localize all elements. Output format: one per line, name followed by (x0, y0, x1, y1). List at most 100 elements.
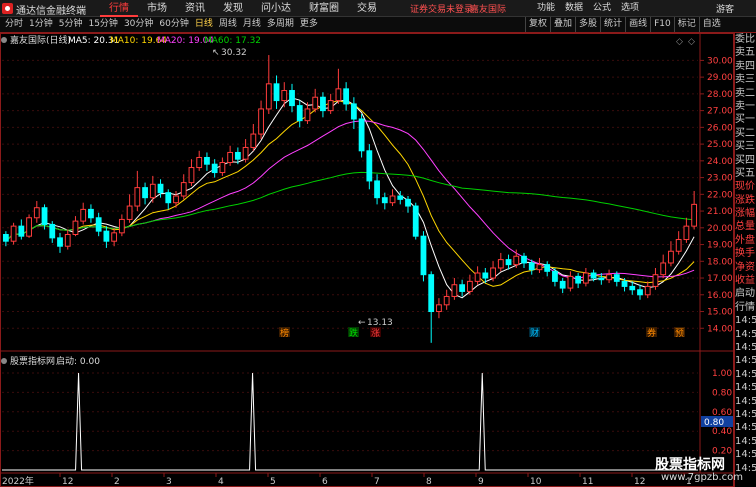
period-tab[interactable]: 多周期 (264, 17, 297, 32)
watermark: 股票指标网 www.7gpzb.com (655, 454, 743, 486)
period-tab[interactable]: 分时 (2, 17, 26, 32)
tool-watchlist[interactable]: 自选 (698, 17, 724, 32)
ma-lines (5, 97, 695, 299)
tool-f10[interactable]: F10 (650, 17, 674, 32)
event-marker[interactable]: 榜 (280, 327, 289, 339)
candle-body (173, 195, 179, 204)
price-tick-label: 29.00 (707, 73, 733, 83)
candle-body (18, 225, 25, 237)
period-tab[interactable]: 30分钟 (121, 17, 156, 32)
candle-body (683, 225, 690, 241)
guest-user[interactable]: 游客 (716, 2, 734, 15)
candle-body (443, 295, 450, 306)
candle-body (196, 156, 203, 169)
price-tick-label: 28.00 (707, 90, 733, 100)
period-tab[interactable]: 1分钟 (26, 17, 56, 32)
tool-stats[interactable]: 统计 (600, 17, 625, 32)
quote-field-label: 14:56 (735, 328, 756, 340)
candle-body (211, 163, 218, 174)
quote-field-label: 买二 (735, 127, 755, 139)
nav-ask[interactable]: 问小达 (252, 0, 300, 17)
menu-formula[interactable]: 公式 (588, 0, 616, 17)
period-tab[interactable]: 周线 (216, 17, 240, 32)
indicator-name: 股票指标网 (10, 355, 55, 367)
tool-multi[interactable]: 多股 (575, 17, 600, 32)
quote-field-label: 委比 (735, 34, 755, 45)
nav-markets[interactable]: 市场 (138, 0, 176, 17)
time-tick-label: 12 (634, 477, 645, 487)
candle-body (474, 272, 481, 282)
tool-draw[interactable]: 画线 (625, 17, 650, 32)
nav-market[interactable]: 行情 (100, 0, 138, 17)
quote-field-label: 收益 (735, 275, 755, 287)
price-tick-label: 21.00 (707, 207, 733, 217)
menu-function[interactable]: 功能 (532, 0, 560, 17)
candle-body (637, 289, 643, 296)
quote-field-label: 14:56 (735, 422, 756, 434)
time-tick-label: 7 (374, 477, 380, 487)
period-tab[interactable]: 60分钟 (156, 17, 191, 32)
tool-adjust[interactable]: 复权 (525, 17, 550, 32)
period-tab-daily[interactable]: 日线 (192, 17, 216, 32)
settings-icon[interactable] (1, 37, 7, 43)
candle-body (103, 230, 110, 242)
event-marker[interactable]: 跌 (349, 328, 358, 339)
time-axis: 12 2 3 4 5 6 7 8 9 10 11 12 1 (59, 473, 692, 487)
candle-body (281, 90, 288, 102)
price-tick-label: 24.00 (707, 157, 733, 167)
period-tab-more[interactable]: 更多 (297, 17, 321, 32)
nav-discover[interactable]: 发现 (214, 0, 252, 17)
collapse-icon[interactable]: ◇ (676, 37, 683, 47)
event-marker[interactable]: 券 (647, 327, 656, 339)
chart-area[interactable]: 嘉友国际(日线) MA5: 20.31 MA10: 19.64 MA20: 19… (0, 33, 734, 487)
candle-body (552, 270, 558, 282)
candle-body (273, 83, 280, 102)
candle-body (575, 275, 582, 284)
candle-body (33, 207, 40, 219)
candles (2, 55, 698, 343)
quote-field-label: 14:56 (735, 355, 756, 367)
event-markers: 榜 跌 涨 财 券 预 (279, 327, 685, 339)
quote-field-label: 14:56 (735, 435, 756, 447)
time-tick-label: 9 (478, 477, 484, 487)
time-tick-label: 11 (582, 477, 593, 487)
quote-field-label: 涨幅 (735, 208, 755, 220)
ma5-line (5, 97, 695, 299)
app-logo-icon (2, 3, 13, 14)
candle-body (451, 284, 458, 297)
candle-body (691, 203, 698, 227)
nav-news[interactable]: 资讯 (176, 0, 214, 17)
candle-body (80, 208, 87, 222)
quote-field-label: 卖一 (735, 100, 755, 112)
candle-body (590, 272, 597, 279)
candle-body (466, 280, 473, 292)
menu-data[interactable]: 数据 (560, 0, 588, 17)
quote-side-panel: 委比 卖五 卖四 卖三 卖二 卖一 买一 买二 买三 买四 买五 现价 涨跌 涨幅 总量 外盘 换手 净资 收益 启动… (734, 33, 756, 487)
event-marker[interactable]: 财 (530, 327, 539, 339)
period-tab[interactable]: 15分钟 (85, 17, 120, 32)
candle-body (126, 205, 133, 220)
nav-trade[interactable]: 交易 (348, 0, 386, 17)
login-status[interactable]: 证券交易未登录 (410, 2, 473, 15)
indicator-settings-icon[interactable] (1, 358, 7, 364)
ma60-label: MA60: 17.32 (204, 36, 261, 46)
year-label: 2022年 (2, 475, 34, 487)
quote-field-label: 14:56 (735, 382, 756, 394)
event-marker[interactable]: 涨 (371, 328, 380, 339)
price-tick-label: 17.00 (707, 274, 733, 284)
candle-body (521, 255, 527, 264)
period-tab[interactable]: 月线 (240, 17, 264, 32)
menu-options[interactable]: 选项 (616, 0, 644, 17)
tool-mark[interactable]: 标记 (673, 17, 699, 32)
event-marker[interactable]: 预 (675, 328, 684, 339)
time-tick-label: 2 (114, 477, 120, 487)
tool-overlay[interactable]: 叠加 (550, 17, 575, 32)
nav-wealth[interactable]: 财富圈 (300, 0, 348, 17)
candle-body (389, 195, 396, 204)
candle-body (289, 90, 295, 107)
candle-body (621, 280, 628, 287)
period-tab[interactable]: 5分钟 (56, 17, 86, 32)
chart-tools: 复权 叠加 多股 统计 画线 F10 标记 自选 (525, 17, 724, 32)
expand-icon[interactable]: ◇ (688, 37, 695, 47)
candle-body (234, 151, 241, 160)
